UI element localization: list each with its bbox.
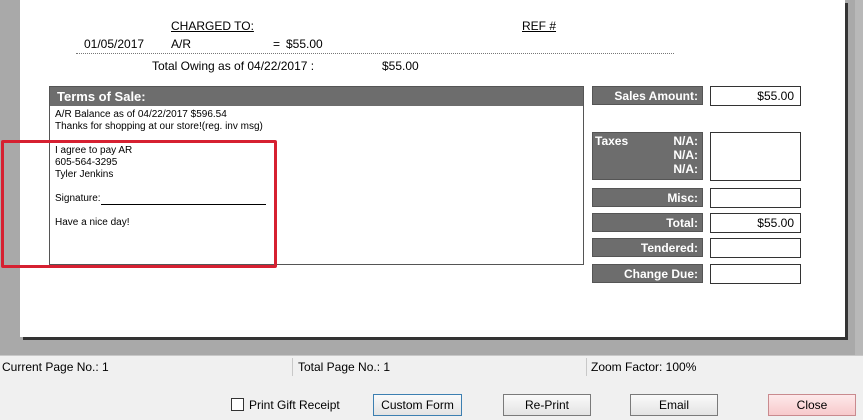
email-button[interactable]: Email [630, 394, 718, 416]
taxes-label: Taxes [595, 134, 629, 148]
close-button[interactable]: Close [768, 394, 856, 416]
print-gift-receipt-label[interactable]: Print Gift Receipt [249, 398, 340, 412]
total-value: $55.00 [710, 213, 801, 233]
taxes-block: Taxes N/A: N/A: N/A: [592, 132, 703, 180]
sales-amount-label: Sales Amount: [592, 86, 703, 105]
misc-label: Misc: [592, 188, 703, 207]
change-due-label: Change Due: [592, 264, 703, 283]
thanks-line: Thanks for shopping at our store!(reg. i… [55, 121, 263, 132]
print-preview-area: CHARGED TO: REF # 01/05/2017 A/R = $55.0… [0, 0, 863, 355]
vertical-scrollbar[interactable] [855, 0, 863, 355]
misc-value [710, 188, 801, 208]
print-gift-receipt-checkbox[interactable] [231, 398, 244, 411]
charge-equals: = [273, 37, 281, 51]
tendered-value [710, 238, 801, 258]
total-owing-value: $55.00 [382, 59, 419, 73]
charged-to-header: CHARGED TO: [171, 19, 254, 33]
ref-header: REF # [522, 19, 557, 33]
tax-na-2: N/A: [673, 148, 698, 162]
taxes-value [710, 132, 801, 181]
current-page: Current Page No.: 1 [2, 360, 109, 374]
custom-form-button[interactable]: Custom Form [373, 394, 462, 416]
total-owing-label: Total Owing as of 04/22/2017 : [152, 59, 315, 73]
tax-na-1: N/A: [673, 134, 698, 148]
change-due-value [710, 264, 801, 284]
zoom-factor: Zoom Factor: 100% [591, 360, 697, 374]
charge-amount: $55.00 [286, 37, 323, 51]
total-label: Total: [592, 213, 703, 232]
highlight-box [1, 140, 277, 268]
charge-divider [76, 53, 674, 54]
sales-amount-value: $55.00 [710, 86, 801, 106]
tendered-label: Tendered: [592, 238, 703, 257]
reprint-button[interactable]: Re-Print [503, 394, 591, 416]
terms-title: Terms of Sale: [50, 87, 583, 106]
status-bar: Current Page No.: 1 Total Page No.: 1 Zo… [0, 355, 863, 377]
charge-account: A/R [171, 37, 192, 51]
tax-na-3: N/A: [673, 162, 698, 176]
ar-balance-line: A/R Balance as of 04/22/2017 $596.54 [55, 109, 227, 120]
charge-date: 01/05/2017 [84, 37, 145, 51]
total-page: Total Page No.: 1 [298, 360, 391, 374]
